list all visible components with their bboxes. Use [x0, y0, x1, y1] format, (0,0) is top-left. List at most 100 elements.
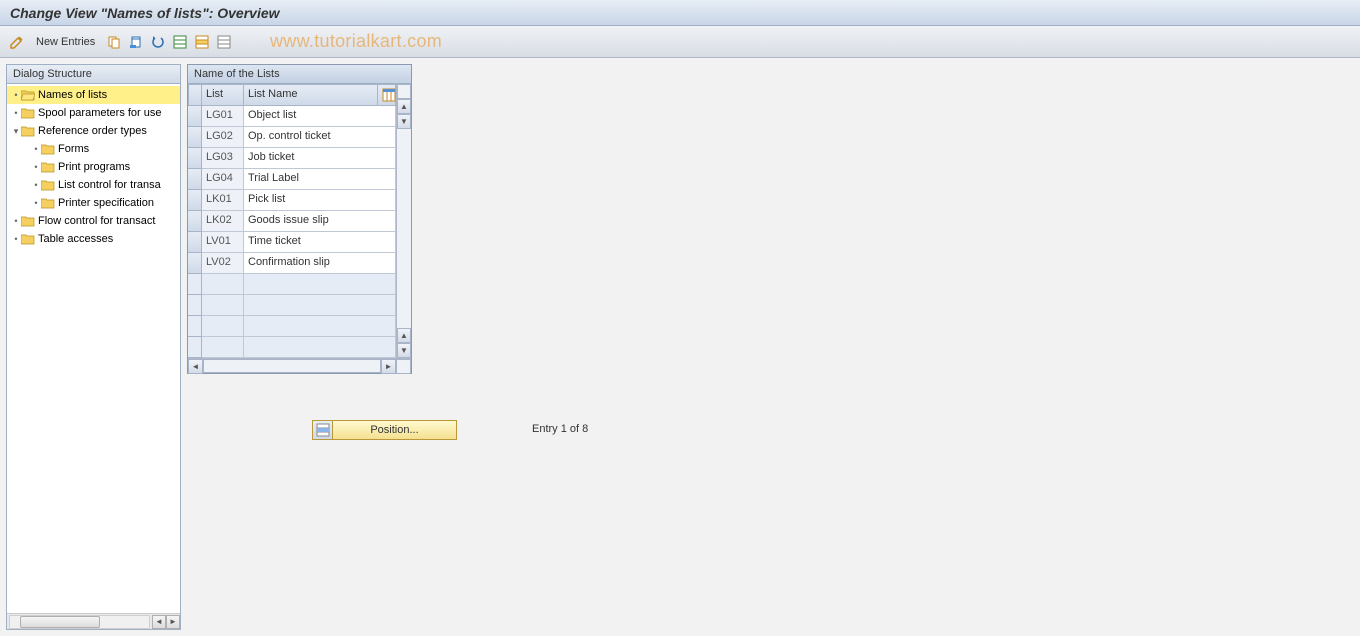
table-row[interactable]: LK02Goods issue slip	[188, 211, 396, 232]
tree-toggle-icon[interactable]: ▾	[11, 126, 21, 137]
table-row[interactable]: LV01Time ticket	[188, 232, 396, 253]
cell-list-code[interactable]: LK01	[202, 190, 244, 211]
tree-toggle-icon[interactable]: •	[31, 180, 41, 190]
table-row[interactable]	[188, 295, 396, 316]
undo-change-icon[interactable]	[149, 33, 167, 51]
scrollbar-track[interactable]	[397, 129, 411, 328]
table-row[interactable]: LG02Op. control ticket	[188, 127, 396, 148]
scrollbar-track[interactable]	[203, 359, 381, 373]
tree-toggle-icon[interactable]: •	[31, 144, 41, 154]
deselect-all-icon[interactable]	[215, 33, 233, 51]
table-h-scrollbar[interactable]: ◄ ►	[188, 358, 411, 373]
cell-list-name[interactable]: Time ticket	[244, 232, 396, 253]
scroll-down-button[interactable]: ▼	[397, 114, 411, 129]
tree-toggle-icon[interactable]: •	[11, 216, 21, 226]
table-row[interactable]	[188, 316, 396, 337]
scroll-up-button[interactable]: ▲	[397, 99, 411, 114]
table-row[interactable]: LK01Pick list	[188, 190, 396, 211]
main-area: Name of the Lists List List Name LG01Obj…	[187, 64, 1354, 630]
row-selector[interactable]	[188, 211, 202, 232]
cell-list-code[interactable]: LG03	[202, 148, 244, 169]
table-v-scrollbar[interactable]: ▲ ▼ ▲ ▼	[396, 84, 411, 358]
cell-list-code[interactable]: LG01	[202, 106, 244, 127]
tree-node[interactable]: • Print programs	[7, 158, 180, 176]
scroll-right-button[interactable]: ►	[166, 615, 180, 629]
new-entries-button[interactable]: New Entries	[30, 36, 101, 48]
tree-node[interactable]: • Spool parameters for use	[7, 104, 180, 122]
row-selector[interactable]	[188, 169, 202, 190]
tree-toggle-icon[interactable]: •	[11, 90, 21, 100]
column-header-list[interactable]: List	[202, 84, 244, 106]
tree-node[interactable]: ▾ Reference order types	[7, 122, 180, 140]
row-selector[interactable]	[188, 106, 202, 127]
row-selector[interactable]	[188, 127, 202, 148]
table-row[interactable]: LG01Object list	[188, 106, 396, 127]
cell-list-name[interactable]: Object list	[244, 106, 396, 127]
select-block-icon[interactable]	[193, 33, 211, 51]
toggle-display-change-icon[interactable]	[8, 33, 26, 51]
cell-list-name[interactable]: Job ticket	[244, 148, 396, 169]
row-selector[interactable]	[188, 253, 202, 274]
row-selector[interactable]	[188, 274, 202, 295]
cell-list-name[interactable]: Trial Label	[244, 169, 396, 190]
row-selector[interactable]	[188, 232, 202, 253]
copy-as-icon[interactable]	[105, 33, 123, 51]
tree-toggle-icon[interactable]: •	[31, 198, 41, 208]
tree-toggle-icon[interactable]: •	[11, 108, 21, 118]
table-row[interactable]: LV02Confirmation slip	[188, 253, 396, 274]
scroll-left-button[interactable]: ◄	[188, 359, 203, 374]
position-button[interactable]: Position...	[312, 420, 457, 440]
scrollbar-track[interactable]	[9, 615, 150, 629]
row-selector[interactable]	[188, 190, 202, 211]
scrollbar-thumb[interactable]	[20, 616, 100, 628]
scroll-down-button-2[interactable]: ▼	[397, 343, 411, 358]
scroll-right-button[interactable]: ►	[381, 359, 396, 374]
cell-list-code[interactable]	[202, 316, 244, 337]
cell-list-name[interactable]: Confirmation slip	[244, 253, 396, 274]
cell-list-code[interactable]: LV01	[202, 232, 244, 253]
configure-columns-icon[interactable]	[382, 88, 396, 102]
cell-list-name[interactable]	[244, 316, 396, 337]
tree-toggle-icon[interactable]: •	[11, 234, 21, 244]
cell-list-name[interactable]: Goods issue slip	[244, 211, 396, 232]
position-icon	[313, 421, 333, 439]
tree-toggle-icon[interactable]: •	[31, 162, 41, 172]
tree-h-scrollbar[interactable]: ◄ ►	[7, 613, 180, 629]
toolbar: New Entries www.tutorialkart.com	[0, 26, 1360, 58]
table-row[interactable]: LG03Job ticket	[188, 148, 396, 169]
row-selector[interactable]	[188, 295, 202, 316]
cell-list-code[interactable]: LK02	[202, 211, 244, 232]
tree-node[interactable]: • Printer specification	[7, 194, 180, 212]
tree-node[interactable]: • Forms	[7, 140, 180, 158]
column-config-button[interactable]	[378, 84, 396, 106]
cell-list-code[interactable]: LV02	[202, 253, 244, 274]
cell-list-code[interactable]: LG02	[202, 127, 244, 148]
cell-list-name[interactable]	[244, 295, 396, 316]
cell-list-name[interactable]	[244, 274, 396, 295]
cell-list-name[interactable]: Pick list	[244, 190, 396, 211]
cell-list-name[interactable]: Op. control ticket	[244, 127, 396, 148]
tree-body: • Names of lists• Spool parameters for u…	[7, 84, 180, 613]
table-row[interactable]: LG04Trial Label	[188, 169, 396, 190]
cell-list-code[interactable]	[202, 337, 244, 358]
cell-list-code[interactable]: LG04	[202, 169, 244, 190]
scroll-up-button-2[interactable]: ▲	[397, 328, 411, 343]
tree-node[interactable]: • Table accesses	[7, 230, 180, 248]
delete-icon[interactable]	[127, 33, 145, 51]
column-header-select[interactable]	[188, 84, 202, 106]
row-selector[interactable]	[188, 316, 202, 337]
row-selector[interactable]	[188, 337, 202, 358]
row-selector[interactable]	[188, 148, 202, 169]
tree-node[interactable]: • Names of lists	[7, 86, 180, 104]
tree-node[interactable]: • List control for transa	[7, 176, 180, 194]
page-title: Change View "Names of lists": Overview	[10, 5, 280, 21]
tree-node[interactable]: • Flow control for transact	[7, 212, 180, 230]
cell-list-name[interactable]	[244, 337, 396, 358]
scroll-left-button[interactable]: ◄	[152, 615, 166, 629]
table-row[interactable]	[188, 274, 396, 295]
cell-list-code[interactable]	[202, 295, 244, 316]
cell-list-code[interactable]	[202, 274, 244, 295]
select-all-icon[interactable]	[171, 33, 189, 51]
table-row[interactable]	[188, 337, 396, 358]
column-header-listname[interactable]: List Name	[244, 84, 378, 106]
